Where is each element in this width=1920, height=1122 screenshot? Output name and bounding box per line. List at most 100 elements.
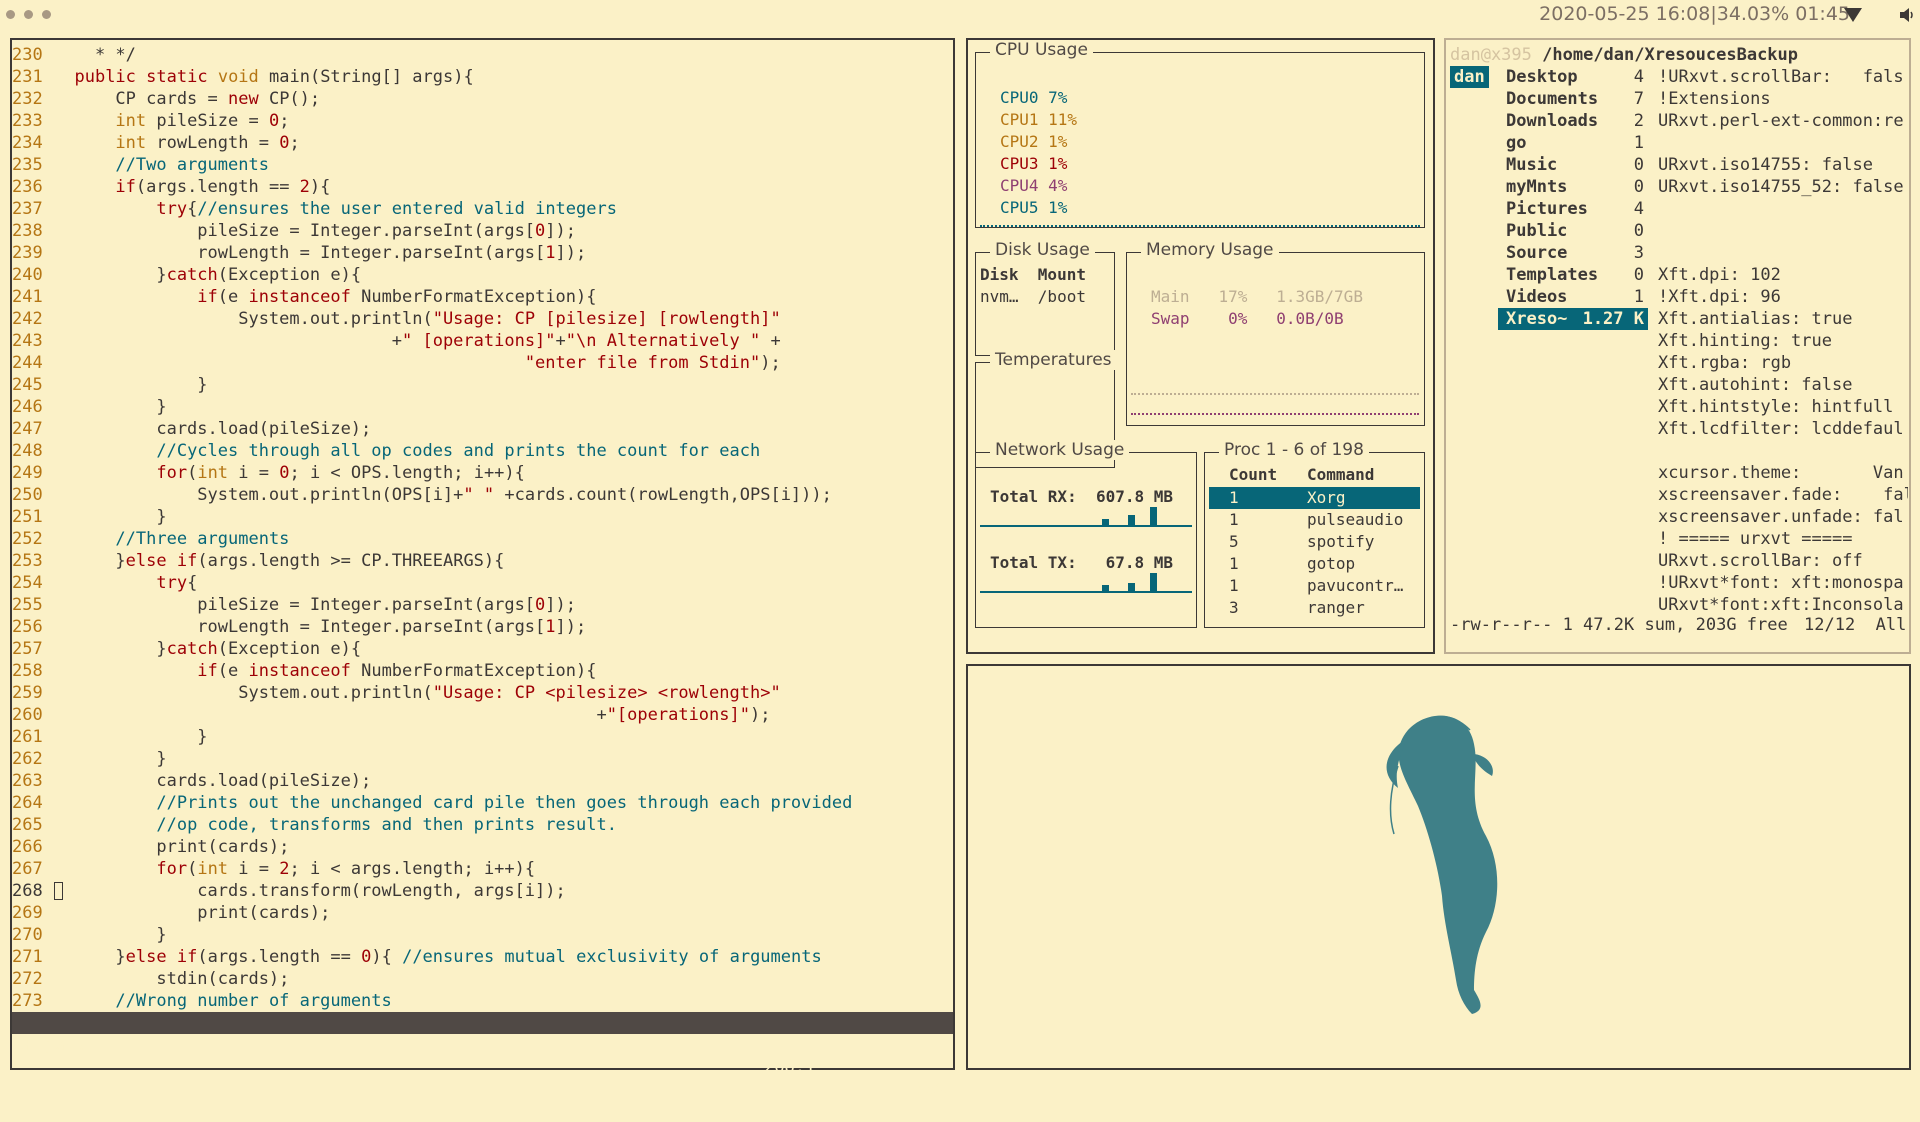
ranger-entry[interactable]: Xreso~ 1.27 K — [1498, 308, 1648, 330]
ranger-entry[interactable]: Source 3 — [1498, 242, 1648, 264]
volume-icon[interactable] — [1900, 6, 1914, 24]
code-line[interactable]: 269 print(cards); — [12, 902, 953, 924]
wifi-icon[interactable] — [1844, 8, 1862, 22]
code-line[interactable]: 237 try{//ensures the user entered valid… — [12, 198, 953, 220]
network-tx: Total TX: 67.8 MB — [990, 553, 1174, 572]
ranger-entry[interactable]: Templates 0 — [1498, 264, 1648, 286]
code-line[interactable]: 259 System.out.println("Usage: CP <piles… — [12, 682, 953, 704]
process-row[interactable]: 5 spotify — [1209, 531, 1420, 553]
code-line[interactable]: 243 +" [operations]"+"\n Alternatively "… — [12, 330, 953, 352]
code-line[interactable]: 260 +"[operations]"); — [12, 704, 953, 726]
image-viewer-pane[interactable] — [966, 664, 1911, 1070]
code-line[interactable]: 261 } — [12, 726, 953, 748]
code-text: for(int i = 0; i < OPS.length; i++){ — [156, 463, 525, 483]
process-command: spotify — [1307, 532, 1375, 551]
code-line[interactable]: 238 pileSize = Integer.parseInt(args[0])… — [12, 220, 953, 242]
process-row[interactable]: 1 pulseaudio — [1209, 509, 1420, 531]
code-line[interactable]: 266 print(cards); — [12, 836, 953, 858]
ranger-entry[interactable]: Videos 1 — [1498, 286, 1648, 308]
ranger-entry[interactable]: Documents 7 — [1498, 88, 1648, 110]
code-line[interactable]: 246 } — [12, 396, 953, 418]
network-rx-spike — [1150, 507, 1157, 525]
code-line[interactable]: 247 cards.load(pileSize); — [12, 418, 953, 440]
preview-line: Xft.rgba: rgb — [1658, 353, 1792, 373]
code-line[interactable]: 232 CP cards = new CP(); — [12, 88, 953, 110]
workspace-dot-1[interactable] — [6, 10, 15, 19]
process-row[interactable]: 3 ranger — [1209, 597, 1420, 619]
code-text: } — [54, 925, 167, 945]
ranger-entry[interactable]: go 1 — [1498, 132, 1648, 154]
code-line[interactable]: 240 }catch(Exception e){ — [12, 264, 953, 286]
code-line[interactable]: 264 //Prints out the unchanged card pile… — [12, 792, 953, 814]
editor-pane[interactable]: 230 * */231 public static void main(Stri… — [10, 38, 955, 1099]
code-line[interactable]: 242 System.out.println("Usage: CP [piles… — [12, 308, 953, 330]
code-text: System.out.println("Usage: CP [pilesize]… — [54, 309, 781, 329]
ranger-header: dan@x395 /home/dan/XresoucesBackup — [1450, 44, 1798, 66]
code-line[interactable]: 235 //Two arguments — [12, 154, 953, 176]
code-line[interactable]: 272 stdin(cards); — [12, 968, 953, 990]
ranger-entry[interactable]: Music 0 — [1498, 154, 1648, 176]
ranger-entry-name: myMnts — [1506, 177, 1568, 197]
code-line[interactable]: 230 * */ — [12, 44, 953, 66]
code-line[interactable]: 253 }else if(args.length >= CP.THREEARGS… — [12, 550, 953, 572]
code-line[interactable]: 252 //Three arguments — [12, 528, 953, 550]
code-line[interactable]: 268 cards.transform(rowLength, args[i]); — [12, 880, 953, 902]
code-line[interactable]: 257 }catch(Exception e){ — [12, 638, 953, 660]
workspace-dot-2[interactable] — [24, 10, 33, 19]
ranger-entry-name: Downloads — [1506, 111, 1599, 131]
code-text: }else if(args.length == 0){ //ensures mu… — [54, 947, 822, 967]
ranger-parent-dir[interactable]: dan — [1450, 66, 1489, 88]
process-row[interactable]: 1 gotop — [1209, 553, 1420, 575]
code-line[interactable]: 258 if(e instanceof NumberFormatExceptio… — [12, 660, 953, 682]
code-line[interactable]: 273 //Wrong number of arguments — [12, 990, 953, 1012]
line-number: 266 — [12, 837, 43, 857]
ranger-entry[interactable]: Downloads 2 — [1498, 110, 1648, 132]
code-line[interactable]: 248 //Cycles through all op codes and pr… — [12, 440, 953, 462]
process-row[interactable]: 1 pavucontr… — [1209, 575, 1420, 597]
ranger-entry[interactable]: Desktop 4 — [1498, 66, 1648, 88]
code-line[interactable]: 270 } — [12, 924, 953, 946]
ranger-entry-name: Documents — [1506, 89, 1599, 109]
code-line[interactable]: 241 if(e instanceof NumberFormatExceptio… — [12, 286, 953, 308]
code-line[interactable]: 244 "enter file from Stdin"); — [12, 352, 953, 374]
ranger-entry[interactable]: Pictures 4 — [1498, 198, 1648, 220]
code-text: rowLength = Integer.parseInt(args[1]); — [54, 617, 587, 637]
proc-col-count: Count — [1229, 465, 1278, 484]
proc-rows: 1 Xorg 1 pulseaudio 5 spotify 1 gotop 1 pavucontr… — [1209, 487, 1420, 619]
code-line[interactable]: 255 pileSize = Integer.parseInt(args[0])… — [12, 594, 953, 616]
editor-position: 268,1 — [764, 1057, 816, 1077]
cpu-usage-box: CPU Usage CPU0 7% CPU1 11% CPU2 1% CPU3 1% C… — [975, 40, 1425, 228]
code-line[interactable]: 239 rowLength = Integer.parseInt(args[1]… — [12, 242, 953, 264]
ranger-entry[interactable]: myMnts 0 — [1498, 176, 1648, 198]
code-line[interactable]: 262 } — [12, 748, 953, 770]
code-line[interactable]: 231 public static void main(String[] arg… — [12, 66, 953, 88]
code-area[interactable]: 230 * */231 public static void main(Stri… — [12, 44, 953, 1012]
line-number: 261 — [12, 727, 43, 747]
preview-line: !URxvt*font: xft:monospa — [1658, 573, 1904, 593]
code-line[interactable]: 271 }else if(args.length == 0){ //ensure… — [12, 946, 953, 968]
workspace-dot-3[interactable] — [42, 10, 51, 19]
code-line[interactable]: 263 cards.load(pileSize); — [12, 770, 953, 792]
ranger-statusbar-left: -rw-r--r-- 1 47.2K sum, 203G free — [1450, 615, 1788, 635]
code-line[interactable]: 256 rowLength = Integer.parseInt(args[1]… — [12, 616, 953, 638]
code-line[interactable]: 234 int rowLength = 0; — [12, 132, 953, 154]
line-number: 271 — [12, 947, 43, 967]
code-text: if(e instanceof NumberFormatException){ — [197, 287, 597, 307]
code-line[interactable]: 251 } — [12, 506, 953, 528]
file-manager-pane[interactable]: dan@x395 /home/dan/XresoucesBackup dan D… — [1444, 38, 1911, 654]
ranger-entry[interactable]: Public 0 — [1498, 220, 1648, 242]
code-line[interactable]: 267 for(int i = 2; i < args.length; i++)… — [12, 858, 953, 880]
process-row[interactable]: 1 Xorg — [1209, 487, 1420, 509]
code-line[interactable]: 250 System.out.println(OPS[i]+" " +cards… — [12, 484, 953, 506]
code-text: } — [54, 727, 208, 747]
line-number: 244 — [12, 353, 43, 373]
line-number: 251 — [12, 507, 43, 527]
code-line[interactable]: 236 if(args.length == 2){ — [12, 176, 953, 198]
code-line[interactable]: 233 int pileSize = 0; — [12, 110, 953, 132]
code-text: pileSize = Integer.parseInt(args[0]); — [54, 221, 577, 241]
network-rx-spike — [1128, 515, 1135, 525]
code-line[interactable]: 265 //op code, transforms and then print… — [12, 814, 953, 836]
code-line[interactable]: 245 } — [12, 374, 953, 396]
code-line[interactable]: 249 for(int i = 0; i < OPS.length; i++){ — [12, 462, 953, 484]
code-line[interactable]: 254 try{ — [12, 572, 953, 594]
